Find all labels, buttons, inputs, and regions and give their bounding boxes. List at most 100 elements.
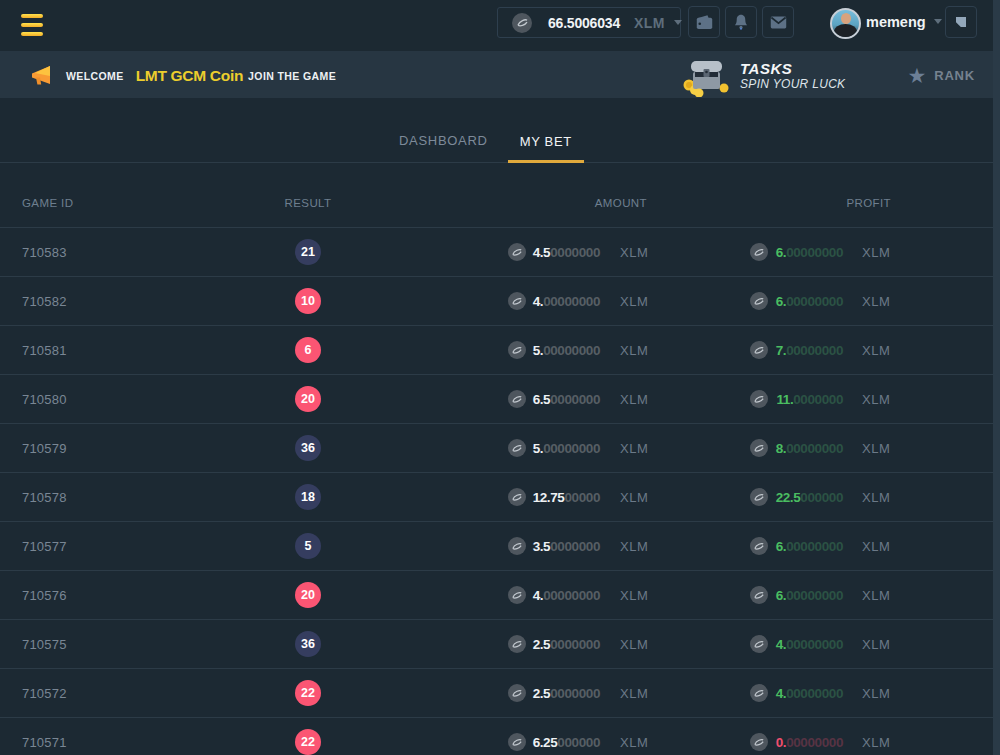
amount-currency: XLM xyxy=(620,735,648,750)
messages-button[interactable] xyxy=(762,6,794,38)
chat-toggle-button[interactable] xyxy=(945,6,977,38)
amount-value: 4.00000000 xyxy=(533,294,600,309)
profit-value: 22.5000000 xyxy=(776,490,843,505)
table-row: 710582 10 4.00000000 XLM 6.00000000 XLM xyxy=(0,277,1000,326)
wallet-button[interactable] xyxy=(688,6,720,38)
profit-coin-icon xyxy=(750,341,768,359)
amount-coin-icon xyxy=(508,292,526,310)
amount-currency: XLM xyxy=(620,294,648,309)
profit-currency: XLM xyxy=(862,392,890,407)
amount-coin-icon xyxy=(508,439,526,457)
user-chevron-down-icon xyxy=(934,19,942,24)
tasks-block[interactable]: TASKS SPIN YOUR LUCK xyxy=(740,60,845,91)
tasks-title: TASKS xyxy=(740,60,845,77)
amount-value: 5.00000000 xyxy=(533,441,600,456)
balance-selector[interactable]: 66.5006034 XLM xyxy=(497,7,681,38)
profit-value: 4.00000000 xyxy=(776,637,843,652)
amount-value: 2.50000000 xyxy=(533,637,600,652)
amount-value: 3.50000000 xyxy=(533,539,600,554)
tab-dashboard[interactable]: DASHBOARD xyxy=(387,122,500,162)
announcement-bar: WELCOME LMT GCM Coin JOIN THE GAME TASKS… xyxy=(0,51,1000,98)
profit-coin-icon xyxy=(750,635,768,653)
game-id: 710578 xyxy=(22,490,67,505)
table-row: 710577 5 3.50000000 XLM 6.00000000 XLM xyxy=(0,522,1000,571)
profit-currency: XLM xyxy=(862,539,890,554)
profit-currency: XLM xyxy=(862,735,890,750)
amount-coin-icon xyxy=(508,341,526,359)
username[interactable]: memeng xyxy=(866,14,926,30)
amount-currency: XLM xyxy=(620,686,648,701)
amount-currency: XLM xyxy=(620,392,648,407)
chevron-down-icon xyxy=(674,20,682,25)
table-row: 710572 22 2.50000000 XLM 4.00000000 XLM xyxy=(0,669,1000,718)
rank-label: RANK xyxy=(934,68,975,83)
amount-coin-icon xyxy=(508,488,526,506)
result-badge: 36 xyxy=(295,435,321,461)
rank-button[interactable]: ★ RANK xyxy=(907,65,975,86)
header-profit: PROFIT xyxy=(846,197,891,209)
wallet-icon xyxy=(695,13,714,32)
amount-value: 4.00000000 xyxy=(533,588,600,603)
profit-currency: XLM xyxy=(862,441,890,456)
result-badge: 22 xyxy=(295,729,321,755)
balance-currency: XLM xyxy=(634,15,665,31)
game-id: 710580 xyxy=(22,392,67,407)
profit-currency: XLM xyxy=(862,637,890,652)
profit-coin-icon xyxy=(750,390,768,408)
profit-value: 11.0000000 xyxy=(776,392,843,407)
amount-coin-icon xyxy=(508,243,526,261)
menu-icon[interactable] xyxy=(21,14,43,37)
profit-value: 4.00000000 xyxy=(776,686,843,701)
result-badge: 36 xyxy=(295,631,321,657)
profit-currency: XLM xyxy=(862,686,890,701)
join-label: JOIN THE GAME xyxy=(248,70,336,82)
amount-currency: XLM xyxy=(620,588,648,603)
amount-value: 12.7500000 xyxy=(533,490,600,505)
profit-currency: XLM xyxy=(862,588,890,603)
profit-coin-icon xyxy=(750,537,768,555)
tasks-subtitle: SPIN YOUR LUCK xyxy=(740,77,845,91)
coin-name: LMT GCM Coin xyxy=(136,67,243,85)
game-id: 710572 xyxy=(22,686,67,701)
amount-value: 2.50000000 xyxy=(533,686,600,701)
table-header: GAME ID RESULT AMOUNT PROFIT xyxy=(0,179,1000,228)
profit-currency: XLM xyxy=(862,294,890,309)
game-id: 710582 xyxy=(22,294,67,309)
amount-currency: XLM xyxy=(620,245,648,260)
profit-coin-icon xyxy=(750,586,768,604)
tab-my-bet[interactable]: MY BET xyxy=(508,123,584,163)
result-badge: 20 xyxy=(295,386,321,412)
top-bar: 66.5006034 XLM memeng xyxy=(0,0,1000,51)
profit-value: 8.00000000 xyxy=(776,441,843,456)
result-badge: 18 xyxy=(295,484,321,510)
table-body: 710583 21 4.50000000 XLM 6.00000000 XLM … xyxy=(0,228,1000,755)
result-badge: 22 xyxy=(295,680,321,706)
game-id: 710581 xyxy=(22,343,67,358)
profit-currency: XLM xyxy=(862,343,890,358)
amount-coin-icon xyxy=(508,684,526,702)
amount-currency: XLM xyxy=(620,343,648,358)
profit-coin-icon xyxy=(750,733,768,751)
header-amount: AMOUNT xyxy=(595,197,647,209)
table-row: 710579 36 5.00000000 XLM 8.00000000 XLM xyxy=(0,424,1000,473)
chat-icon xyxy=(953,14,969,30)
game-id: 710577 xyxy=(22,539,67,554)
avatar[interactable] xyxy=(830,8,861,39)
tab-bar: DASHBOARD MY BET xyxy=(0,98,1000,163)
amount-value: 4.50000000 xyxy=(533,245,600,260)
game-id: 710583 xyxy=(22,245,67,260)
table-row: 710583 21 4.50000000 XLM 6.00000000 XLM xyxy=(0,228,1000,277)
profit-value: 6.00000000 xyxy=(776,245,843,260)
profit-coin-icon xyxy=(750,243,768,261)
result-badge: 5 xyxy=(295,533,321,559)
game-id: 710576 xyxy=(22,588,67,603)
header-game-id: GAME ID xyxy=(22,197,73,209)
chat-panel-edge[interactable] xyxy=(993,0,1000,755)
profit-value: 6.00000000 xyxy=(776,539,843,554)
result-badge: 10 xyxy=(295,288,321,314)
tasks-chest-icon[interactable] xyxy=(682,55,730,97)
amount-coin-icon xyxy=(508,635,526,653)
table-row: 710581 6 5.00000000 XLM 7.00000000 XLM xyxy=(0,326,1000,375)
amount-coin-icon xyxy=(508,537,526,555)
notifications-button[interactable] xyxy=(725,6,757,38)
